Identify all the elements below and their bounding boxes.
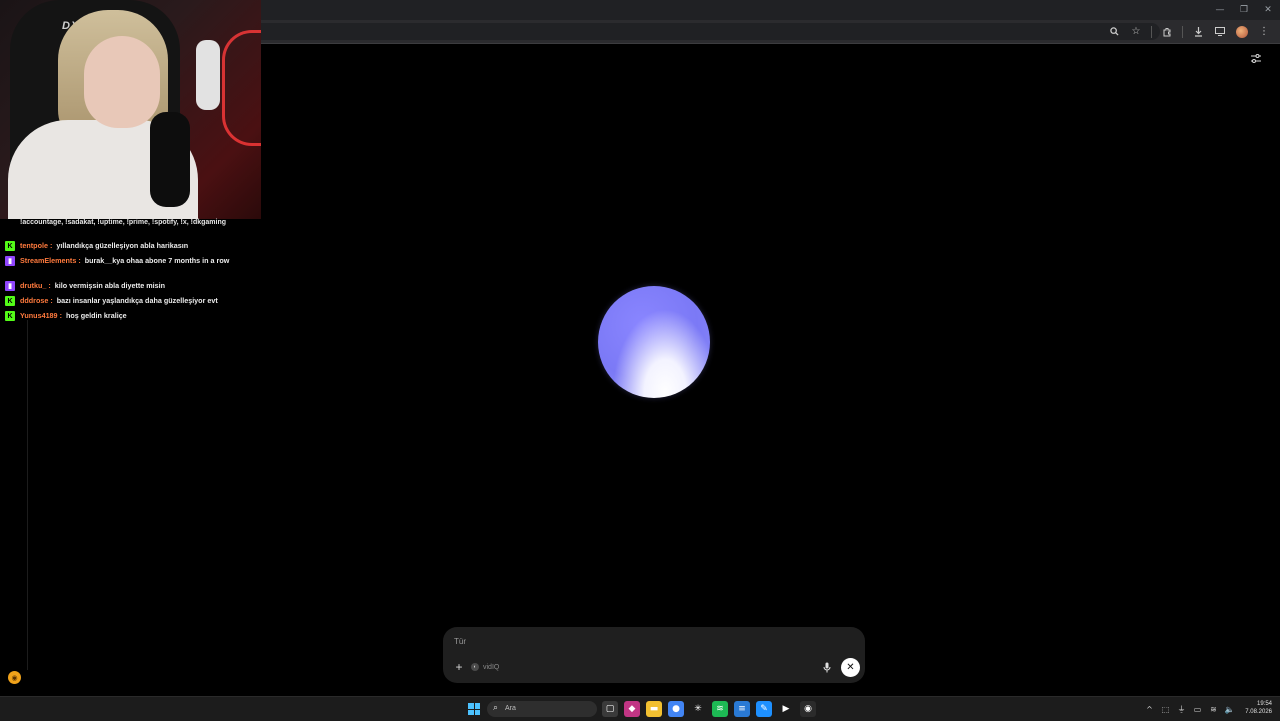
chat-line: tentpole: yıllandıkça güzelleşiyon abla …: [20, 241, 189, 250]
bookmark-star-icon[interactable]: ☆: [1126, 22, 1146, 42]
chat-text: yıllandıkça güzelleşiyon abla harikasın: [56, 241, 189, 250]
voice-orb: [598, 286, 710, 398]
clock-time: 19:54: [1256, 701, 1272, 707]
browser-titlebar: — ❐ ✕: [261, 0, 1280, 20]
vidiq-label: vidIQ: [483, 663, 500, 671]
neon-sign: [222, 30, 261, 146]
extensions-icon[interactable]: [1157, 22, 1177, 42]
menu-icon[interactable]: ⋮: [1254, 22, 1274, 42]
toolbar-divider: [1182, 25, 1183, 38]
ring-light: [196, 40, 220, 110]
taskbar-search[interactable]: ⌕ Ara: [487, 701, 597, 717]
chat-divider: [27, 320, 28, 670]
chat-text: burak__kya ohaa abone 7 months in a row: [84, 256, 230, 265]
channel-points-icon[interactable]: ◉: [8, 671, 21, 684]
obs-icon[interactable]: ◉: [800, 701, 816, 717]
clock-date: 7.08.2026: [1245, 709, 1272, 715]
add-attachment-button[interactable]: +: [452, 660, 466, 674]
tray-battery-icon[interactable]: ▭: [1191, 701, 1204, 717]
chat-line: drutku_: kilo vermişsin abla diyette mis…: [20, 281, 166, 290]
toolbar-divider: [1151, 25, 1152, 38]
system-tray: ^ ⬚ ⏚ ▭ ≋ 🔈: [1143, 701, 1236, 717]
microphone-icon: [823, 662, 831, 672]
snowflake-app-icon[interactable]: ✳: [690, 701, 706, 717]
chat-username[interactable]: Yunus4189: [20, 311, 58, 320]
play-app-icon[interactable]: ▶: [778, 701, 794, 717]
chat-text: bazı insanlar yaşlandıkça daha güzelleşi…: [56, 296, 218, 305]
chat-text: hoş geldin kraliçe: [65, 311, 127, 320]
paint-icon[interactable]: ✎: [756, 701, 772, 717]
kick-badge-icon: K: [5, 241, 15, 251]
chat-line: dddrose: bazı insanlar yaşlandıkça daha …: [20, 296, 218, 305]
profile-avatar[interactable]: [1232, 22, 1252, 42]
end-voice-button[interactable]: ✕: [841, 658, 860, 677]
taskbar-search-label: Ara: [505, 705, 516, 712]
webcam-overlay: DXR: [0, 0, 261, 219]
start-button[interactable]: [468, 703, 480, 715]
kick-badge-icon: K: [5, 296, 15, 306]
chrome-icon[interactable]: ●: [668, 701, 684, 717]
chat-username[interactable]: tentpole: [20, 241, 48, 250]
system-clock[interactable]: 19:54 7.08.2026: [1245, 700, 1272, 716]
download-icon[interactable]: [1188, 22, 1208, 42]
microphone: [150, 112, 190, 207]
tray-overflow-icon[interactable]: ^: [1143, 701, 1156, 717]
search-icon: ⌕: [493, 703, 499, 713]
vidiq-tool-chip[interactable]: ◐ vidIQ: [471, 661, 499, 673]
store-icon[interactable]: ◆: [624, 701, 640, 717]
browser-toolbar: ☆ ⋮: [261, 20, 1280, 44]
chat-message-continuation: !accountage, !sadakat, !uptime, !prime, …: [20, 219, 227, 226]
cast-icon[interactable]: [1210, 22, 1230, 42]
prompt-input[interactable]: Tür: [454, 637, 466, 646]
chat-username[interactable]: dddrose: [20, 296, 48, 305]
restore-button[interactable]: ❐: [1232, 0, 1256, 20]
streamer-face: [84, 36, 160, 128]
windows-taskbar: ⌕ Ara ▢ ◆ ▬ ● ✳ ≋ ≡ ✎ ▶ ◉ ^ ⬚ ⏚ ▭ ≋ 🔈 19:54 7.08.2026: [0, 696, 1280, 721]
taskbar-apps: ▢ ◆ ▬ ● ✳ ≋ ≡ ✎ ▶ ◉: [602, 701, 816, 717]
twitch-badge-icon: ▮: [5, 256, 15, 266]
vidiq-icon: ◐: [471, 663, 479, 671]
close-window-button[interactable]: ✕: [1256, 0, 1280, 20]
tray-usb-icon[interactable]: ⏚: [1175, 701, 1188, 717]
task-view-icon[interactable]: ▢: [602, 701, 618, 717]
volume-icon[interactable]: 🔈: [1223, 701, 1236, 717]
notepad-icon[interactable]: ≡: [734, 701, 750, 717]
minimize-button[interactable]: —: [1208, 0, 1232, 20]
twitch-badge-icon: ▮: [5, 281, 15, 291]
wifi-icon[interactable]: ≋: [1207, 701, 1220, 717]
prompt-composer[interactable]: Tür + ◐ vidIQ ✕: [443, 627, 865, 683]
file-explorer-icon[interactable]: ▬: [646, 701, 662, 717]
kick-badge-icon: K: [5, 311, 15, 321]
chat-line: Yunus4189: hoş geldin kraliçe: [20, 311, 127, 320]
toolbar-icons: ☆ ⋮: [1104, 20, 1274, 43]
microphone-button[interactable]: [820, 660, 834, 674]
chat-username[interactable]: drutku_: [20, 281, 46, 290]
chat-username[interactable]: StreamElements: [20, 256, 76, 265]
spotify-icon[interactable]: ≋: [712, 701, 728, 717]
tray-app-icon[interactable]: ⬚: [1159, 701, 1172, 717]
address-bar[interactable]: [261, 23, 1160, 40]
zoom-icon[interactable]: [1104, 22, 1124, 42]
settings-sliders-icon[interactable]: [1247, 50, 1265, 66]
chat-line: StreamElements: burak__kya ohaa abone 7 …: [20, 256, 230, 265]
chat-text: kilo vermişsin abla diyette misin: [54, 281, 166, 290]
window-controls: — ❐ ✕: [1208, 0, 1280, 20]
